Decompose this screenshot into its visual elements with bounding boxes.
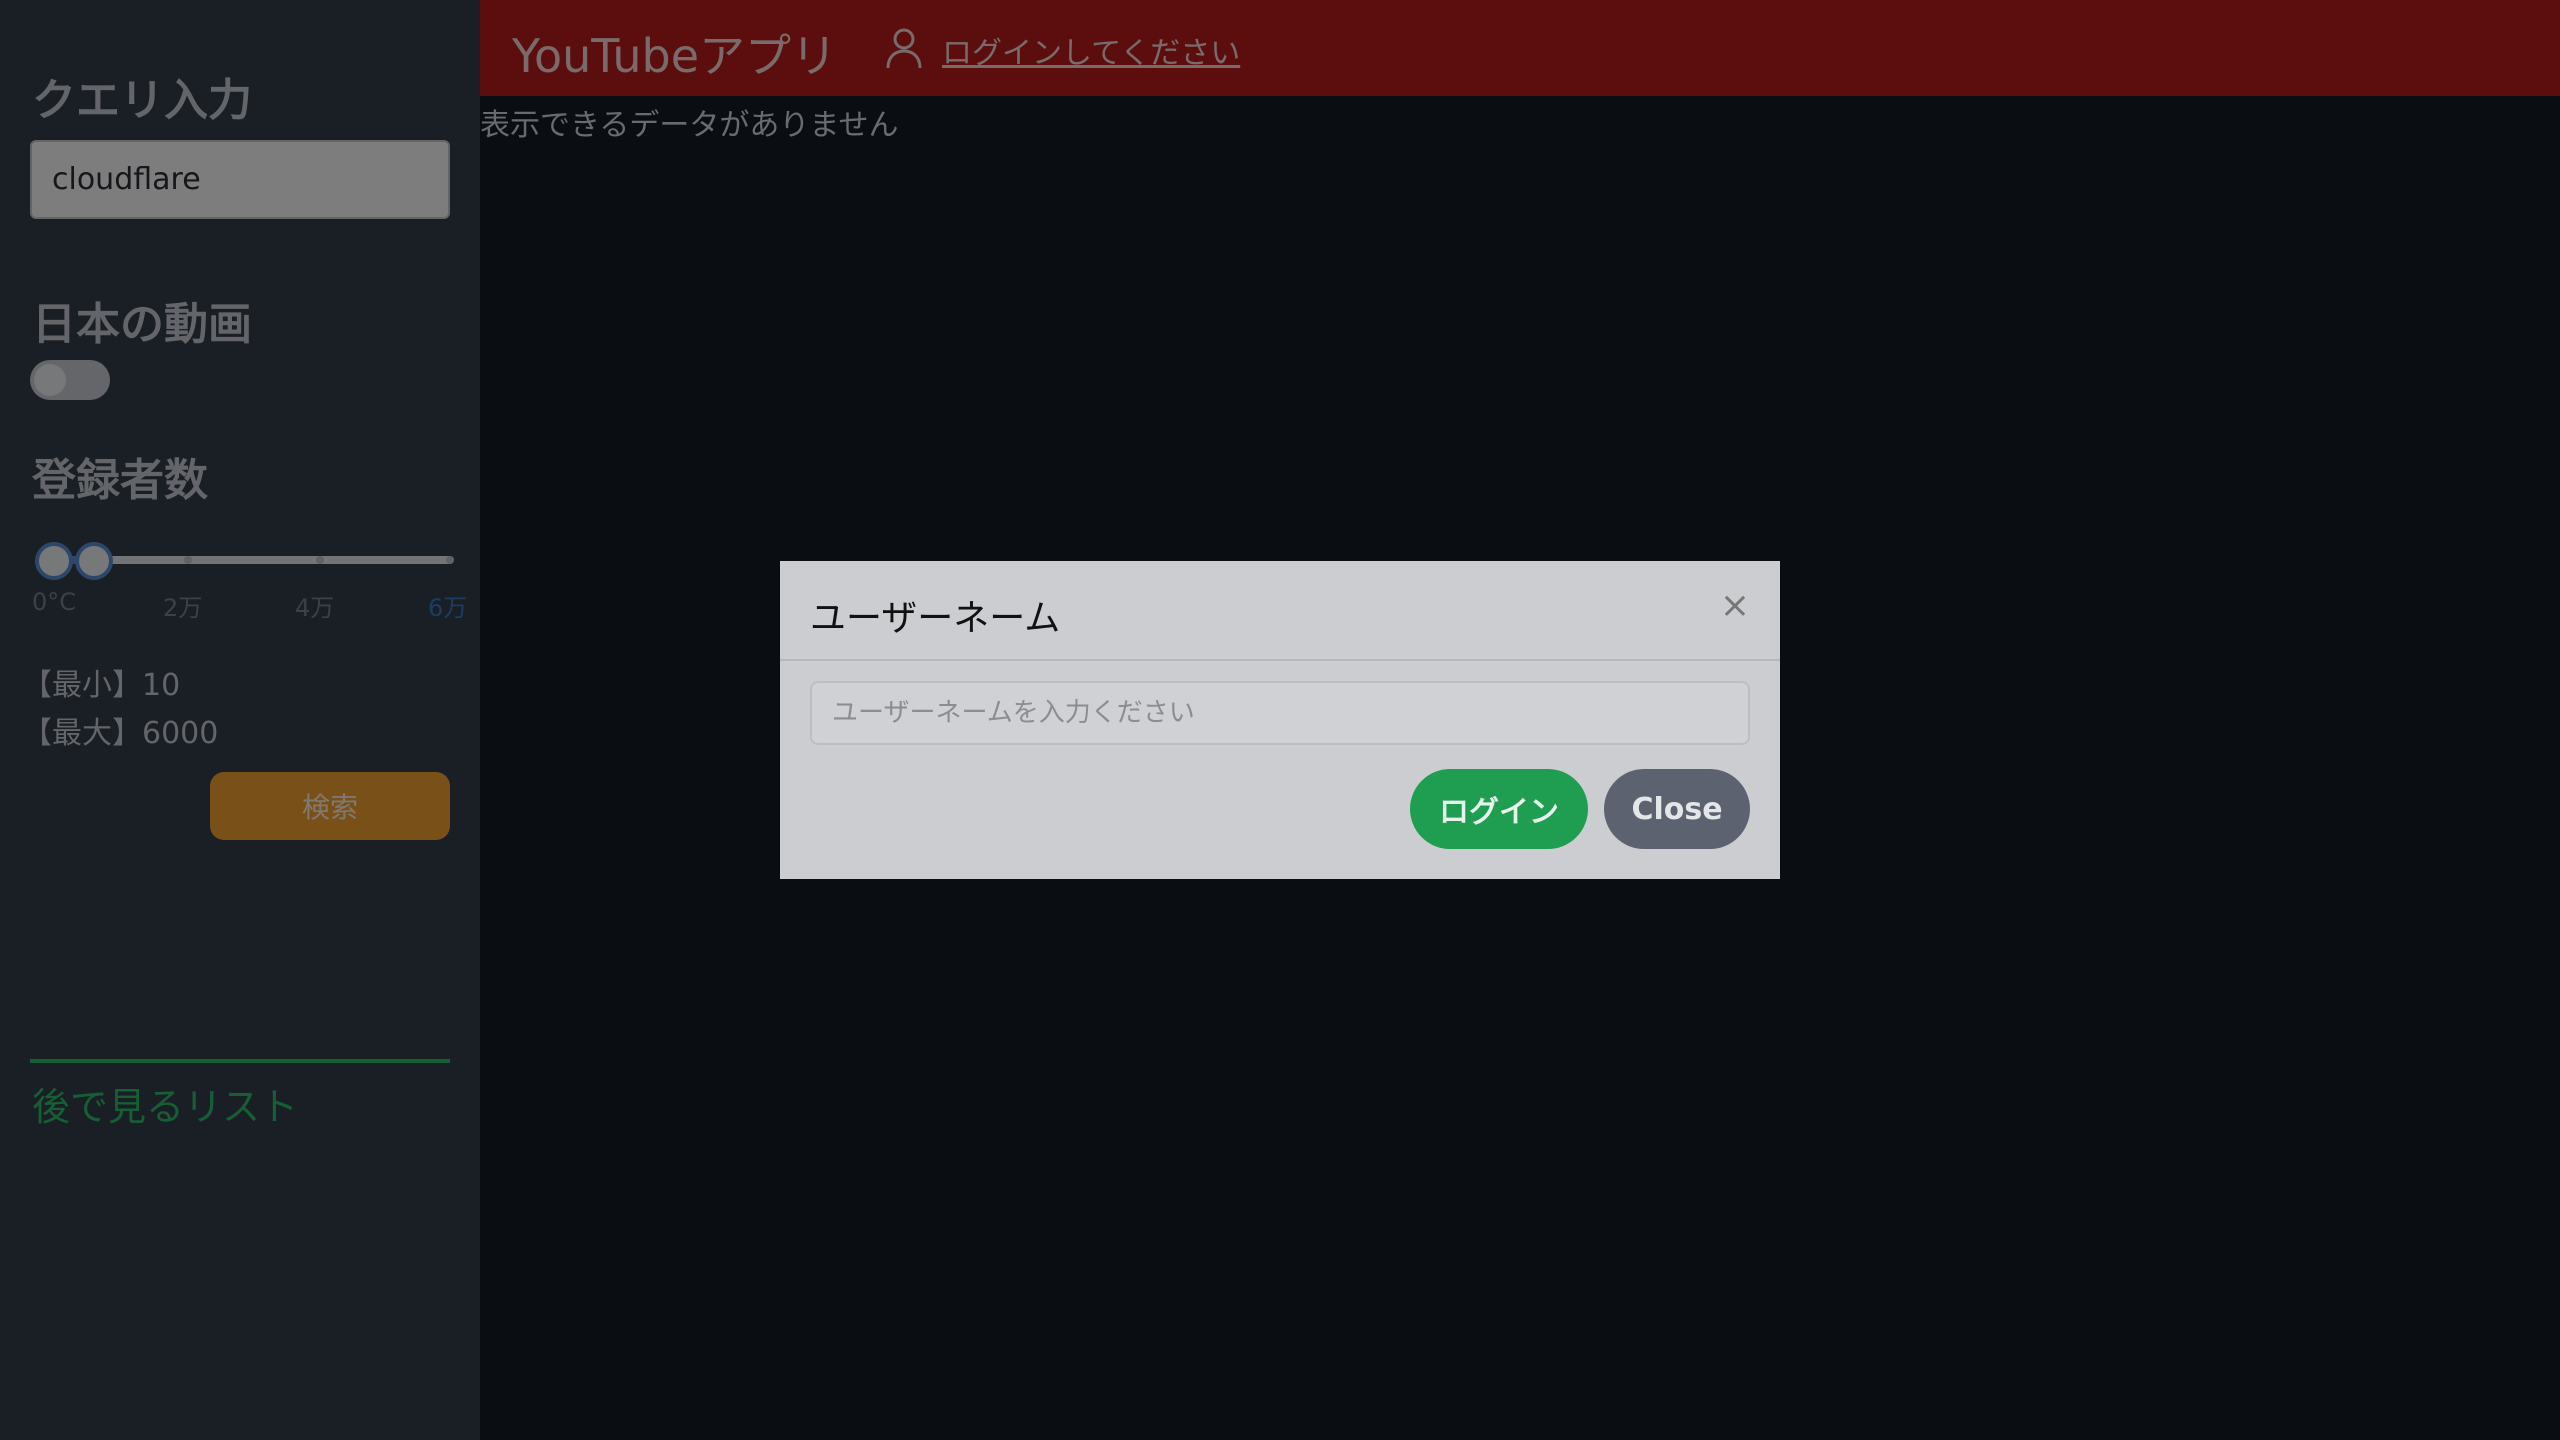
close-icon[interactable]: × (1720, 585, 1750, 626)
username-input[interactable] (810, 681, 1750, 745)
close-button[interactable]: Close (1604, 769, 1750, 849)
login-modal: ユーザーネーム × ログイン Close (780, 561, 1780, 879)
modal-title: ユーザーネーム (810, 598, 1061, 639)
login-button[interactable]: ログイン (1410, 769, 1588, 849)
modal-divider (780, 659, 1780, 661)
